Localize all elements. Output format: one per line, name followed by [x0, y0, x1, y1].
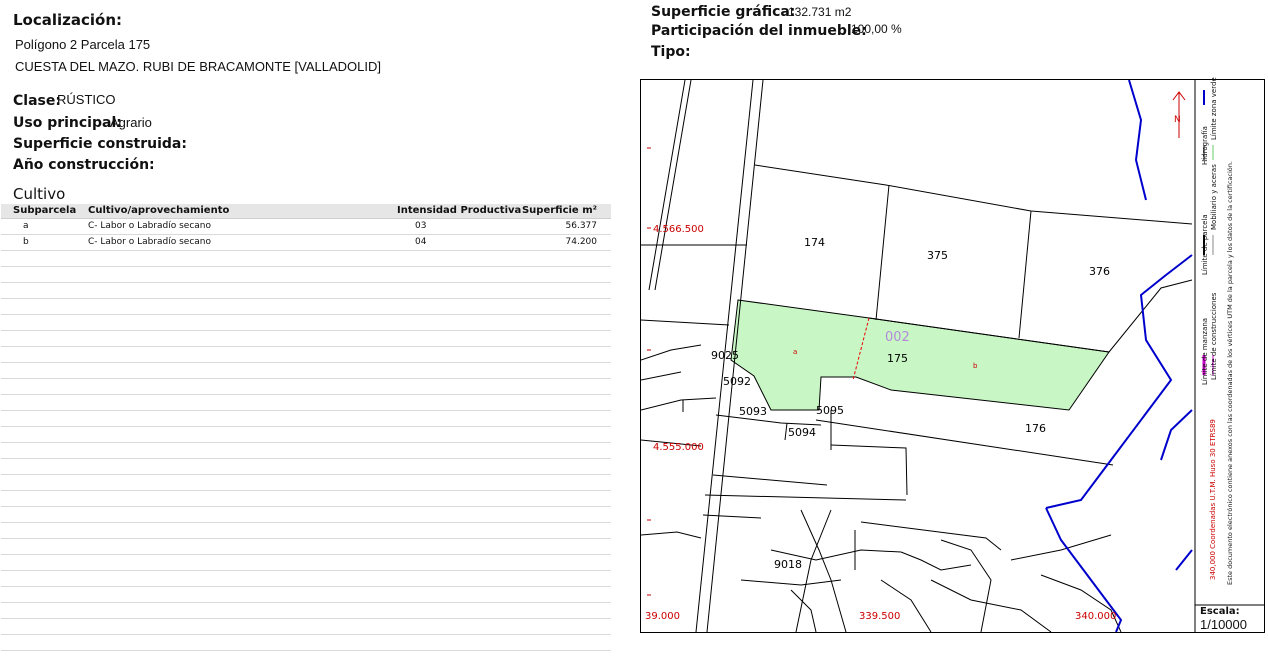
blank-row: [1, 635, 611, 651]
map-label-5094: 5094: [788, 426, 816, 439]
header-intensidad: Intensidad Productiva: [397, 205, 522, 216]
blank-row: [1, 475, 611, 491]
blank-row: [1, 315, 611, 331]
tipo-label: Tipo:: [651, 44, 691, 60]
address-line-2: CUESTA DEL MAZO. RUBI DE BRACAMONTE [VAL…: [15, 59, 381, 74]
parcel-175-highlight: [730, 299, 1110, 411]
coord-x-mid: 339.500: [859, 611, 900, 622]
hydro-line-5: [1175, 549, 1193, 571]
participacion-label: Participación del inmueble:: [651, 23, 867, 39]
blank-row: [1, 459, 611, 475]
header-cultivo: Cultivo/aprovechamiento: [88, 205, 230, 216]
hydro-line-4: [1160, 409, 1193, 461]
blank-row: [1, 267, 611, 283]
anio-construccion-label: Año construcción:: [13, 157, 155, 173]
map-label-5092: 5092: [723, 375, 751, 388]
map-label-376: 376: [1089, 265, 1110, 278]
subparcel-label-a: a: [793, 348, 797, 356]
cultivo-table: Subparcela Cultivo/aprovechamiento Inten…: [1, 204, 611, 651]
blank-row: [1, 283, 611, 299]
hydro-line-1: [1128, 80, 1147, 201]
blank-row: [1, 491, 611, 507]
localizacion-label: Localización:: [13, 11, 123, 29]
map-label-9018: 9018: [774, 558, 802, 571]
map-drawing: N 174 375 376 175 176 9025 5092 5093 509…: [641, 80, 1264, 632]
map-label-174: 174: [804, 236, 825, 249]
legend-limite-zona-verde: Límite zona verde: [1210, 77, 1218, 140]
superficie-grafica-value: 132.731 m2: [788, 5, 852, 19]
svg-text:N: N: [1174, 115, 1181, 125]
coord-y-bottom: 4.555.000: [653, 442, 704, 453]
cell-subparcela: a: [23, 221, 29, 231]
map-label-175: 175: [887, 352, 908, 365]
blank-row: [1, 379, 611, 395]
cell-intensidad: 03: [415, 221, 427, 231]
header-superficie: Superficie m²: [521, 205, 597, 216]
subparcel-label-b: b: [973, 362, 978, 370]
blank-row: [1, 539, 611, 555]
blank-row: [1, 299, 611, 315]
blank-row: [1, 347, 611, 363]
cell-superficie: 74.200: [565, 237, 598, 247]
table-header: Subparcela Cultivo/aprovechamiento Inten…: [1, 204, 611, 219]
coord-x-right: 340.000: [1075, 611, 1116, 622]
uso-principal-value: Agrario: [110, 115, 152, 130]
legend-utm: 340,000 Coordenadas U.T.M. Huso 30 ETRS8…: [1209, 419, 1217, 580]
map-label-9025: 9025: [711, 349, 739, 362]
blank-row: [1, 507, 611, 523]
coord-x-left: 39.000: [645, 611, 680, 622]
address-line-1: Polígono 2 Parcela 175: [15, 37, 151, 52]
legend-limite-construcciones: Límite de construcciones: [1210, 292, 1218, 380]
uso-principal-label: Uso principal:: [13, 115, 122, 131]
legend-limite-manzana: Límite de manzana: [1201, 317, 1209, 385]
superficie-construida-label: Superficie construida:: [13, 136, 187, 152]
blank-row: [1, 363, 611, 379]
cell-cultivo: C- Labor o Labradío secano: [88, 221, 212, 231]
cell-cultivo: C- Labor o Labradío secano: [88, 237, 212, 247]
cell-superficie: 56.377: [565, 221, 598, 231]
escala-label: Escala:: [1200, 606, 1240, 617]
cell-subparcela: b: [23, 237, 29, 247]
participacion-value: 100,00 %: [851, 22, 902, 36]
blank-row: [1, 427, 611, 443]
legend-mobiliario: Mobiliario y aceras: [1210, 164, 1218, 230]
map-label-375: 375: [927, 249, 948, 262]
blank-row: [1, 411, 611, 427]
coord-y-top: 4.566.500: [653, 224, 704, 235]
legend-note: Este documento electrónico contiene anex…: [1226, 161, 1234, 585]
legend-hidrografia: Hidrografía: [1201, 126, 1209, 165]
blank-row: [1, 251, 611, 267]
cadastral-map: N 174 375 376 175 176 9025 5092 5093 509…: [640, 77, 1265, 633]
clase-value: RÚSTICO: [57, 92, 116, 107]
escala-value: 1/10000: [1200, 617, 1247, 632]
cell-intensidad: 04: [415, 237, 427, 247]
blank-row: [1, 523, 611, 539]
blank-row: [1, 619, 611, 635]
blank-row: [1, 587, 611, 603]
table-row: a C- Labor o Labradío secano 03 56.377: [1, 219, 611, 235]
blank-row: [1, 603, 611, 619]
map-label-5093: 5093: [739, 405, 767, 418]
blank-row: [1, 571, 611, 587]
building-code-label: 002: [885, 330, 910, 345]
north-arrow-icon: N: [1172, 91, 1186, 138]
superficie-grafica-label: Superficie gráfica:: [651, 4, 796, 20]
table-row: b C- Labor o Labradío secano 04 74.200: [1, 235, 611, 251]
blank-rows: [1, 251, 611, 651]
map-label-5095: 5095: [816, 404, 844, 417]
blank-row: [1, 395, 611, 411]
cultivo-title: Cultivo: [13, 185, 66, 203]
clase-label: Clase:: [13, 93, 61, 109]
blank-row: [1, 331, 611, 347]
blank-row: [1, 443, 611, 459]
header-subparcela: Subparcela: [13, 205, 77, 216]
legend-limite-parcela: Límite de parcela: [1201, 214, 1209, 275]
blank-row: [1, 555, 611, 571]
map-label-176: 176: [1025, 422, 1046, 435]
